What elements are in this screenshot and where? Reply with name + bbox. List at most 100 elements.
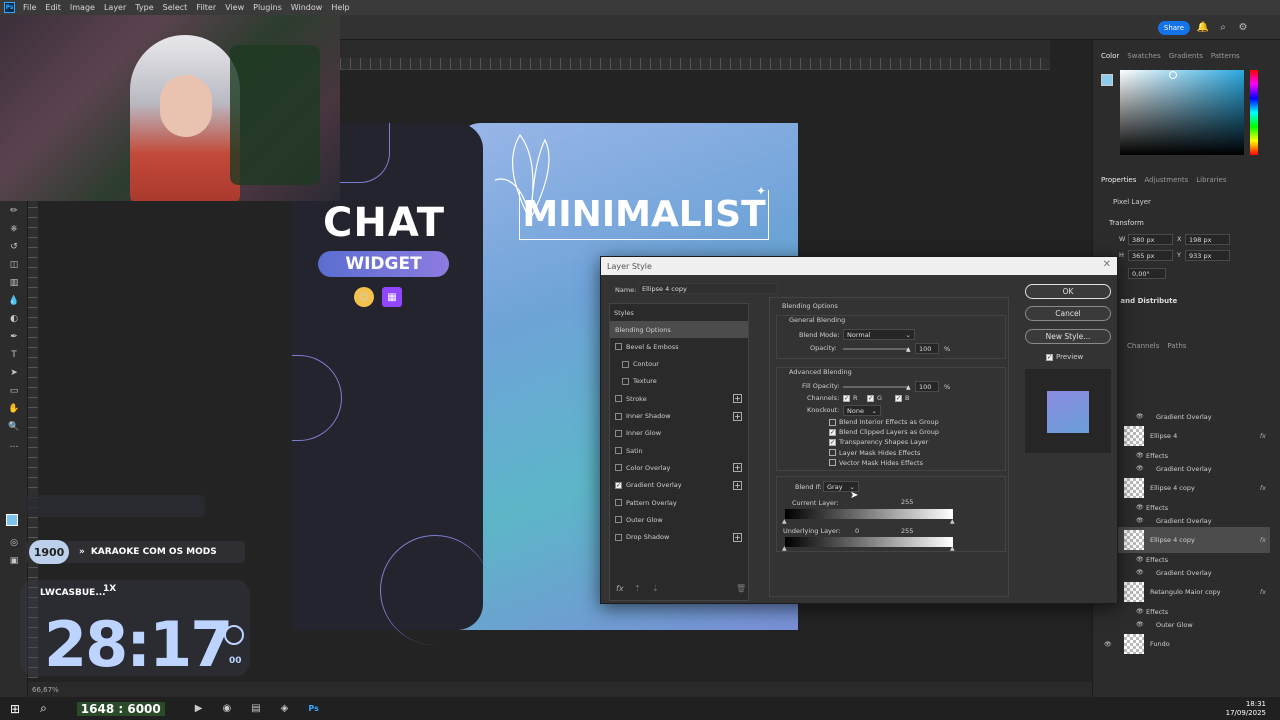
- taskbar-clock[interactable]: 18:31 17/09/2025: [1226, 700, 1266, 718]
- gear-icon[interactable]: ⚙: [1236, 21, 1250, 35]
- foreground-color-swatch[interactable]: [6, 514, 18, 526]
- height-field[interactable]: 365 px: [1128, 250, 1173, 261]
- eye-icon[interactable]: 👁: [1136, 569, 1144, 576]
- style-item-outer-glow[interactable]: Outer Glow: [610, 511, 748, 528]
- style-item-contour[interactable]: Contour: [610, 356, 748, 373]
- style-item-bevel-emboss[interactable]: Bevel & Emboss: [610, 338, 748, 355]
- layer-effect-row[interactable]: 👁 Gradient Overlay: [1100, 462, 1270, 475]
- transform-section[interactable]: Transform: [1109, 219, 1144, 227]
- style-item-inner-shadow[interactable]: Inner Shadow +: [610, 408, 748, 425]
- new-style-button[interactable]: New Style...: [1025, 329, 1111, 344]
- eraser-icon[interactable]: ◫: [7, 258, 21, 272]
- bell-icon[interactable]: 🔔: [1196, 21, 1210, 35]
- tab-paths[interactable]: Paths: [1167, 342, 1186, 350]
- app-icon[interactable]: ▶: [195, 703, 203, 714]
- app-icon[interactable]: ◉: [222, 703, 231, 714]
- menu-edit[interactable]: Edit: [45, 3, 61, 12]
- layer-effect-row[interactable]: 👁 Gradient Overlay: [1100, 410, 1270, 423]
- hue-slider[interactable]: [1250, 70, 1258, 155]
- style-item-inner-glow[interactable]: Inner Glow: [610, 425, 748, 442]
- channel-b-checkbox[interactable]: ✓ B: [895, 394, 909, 402]
- underlying-min-handle[interactable]: ▲: [782, 545, 787, 552]
- tab-gradients[interactable]: Gradients: [1169, 52, 1203, 60]
- style-item-drop-shadow[interactable]: Drop Shadow +: [610, 529, 748, 546]
- dodge-tool-icon[interactable]: ◐: [7, 312, 21, 326]
- fill-opacity-field[interactable]: 100: [915, 381, 939, 392]
- style-item-texture[interactable]: Texture: [610, 373, 748, 390]
- layer-thumbnail[interactable]: [1124, 478, 1144, 498]
- fill-opacity-slider-handle[interactable]: ▲: [906, 384, 911, 391]
- zoom-tool-icon[interactable]: 🔍: [7, 420, 21, 434]
- tab-patterns[interactable]: Patterns: [1211, 52, 1240, 60]
- more-tools-icon[interactable]: …: [7, 438, 21, 452]
- knockout-select[interactable]: None ⌄: [843, 405, 881, 416]
- underlying-layer-slider[interactable]: [785, 537, 953, 547]
- move-up-icon[interactable]: ⇡: [634, 584, 641, 593]
- preview-checkbox[interactable]: ✓ Preview: [1046, 353, 1083, 361]
- ok-button[interactable]: OK: [1025, 284, 1111, 299]
- blend-mode-select[interactable]: Normal ⌄: [843, 329, 915, 340]
- opacity-slider[interactable]: [843, 348, 909, 350]
- angle-field[interactable]: 0,00°: [1128, 268, 1166, 279]
- app-icon[interactable]: ▤: [251, 703, 260, 714]
- style-item-gradient-overlay[interactable]: ✓ Gradient Overlay +: [610, 477, 748, 494]
- current-layer-max-handle[interactable]: ▲: [950, 518, 955, 525]
- quick-mask-icon[interactable]: ◎: [7, 536, 21, 550]
- windows-start-icon[interactable]: ⊞: [10, 702, 20, 716]
- layer-row[interactable]: 👁Ellipse 4 copyfx: [1100, 475, 1270, 501]
- layer-thumbnail[interactable]: [1124, 530, 1144, 550]
- style-checkbox[interactable]: [615, 516, 622, 524]
- rectangle-tool-icon[interactable]: ▭: [7, 384, 21, 398]
- layer-effect-row[interactable]: 👁 Effects: [1100, 449, 1270, 462]
- y-field[interactable]: 933 px: [1185, 250, 1230, 261]
- adv-option-checkbox[interactable]: Vector Mask Hides Effects: [829, 459, 923, 467]
- add-style-icon[interactable]: +: [733, 532, 742, 542]
- tab-swatches[interactable]: Swatches: [1127, 52, 1160, 60]
- tab-color[interactable]: Color: [1101, 52, 1119, 60]
- color-picker-cursor[interactable]: [1169, 71, 1177, 79]
- underlying-max-handle[interactable]: ▲: [950, 545, 955, 552]
- document-tab[interactable]: [340, 40, 1050, 58]
- menu-image[interactable]: Image: [70, 3, 95, 12]
- tab-properties[interactable]: Properties: [1101, 176, 1136, 184]
- cancel-button[interactable]: Cancel: [1025, 306, 1111, 321]
- layer-row[interactable]: 👁Ellipse 4 copyfx: [1100, 527, 1270, 553]
- style-checkbox[interactable]: [615, 464, 622, 472]
- color-picker-field[interactable]: [1120, 70, 1244, 155]
- layer-row[interactable]: 👁Retangulo Maior copyfx: [1100, 579, 1270, 605]
- style-checkbox[interactable]: ✓: [615, 481, 622, 489]
- style-checkbox[interactable]: [615, 412, 622, 420]
- eye-icon[interactable]: 👁: [1136, 517, 1144, 524]
- channel-g-checkbox[interactable]: ✓ G: [867, 394, 882, 402]
- eye-icon[interactable]: 👁: [1136, 452, 1144, 459]
- style-checkbox[interactable]: [615, 343, 622, 351]
- layer-thumbnail[interactable]: [1124, 582, 1144, 602]
- style-checkbox[interactable]: [615, 429, 622, 437]
- name-field[interactable]: Ellipse 4 copy: [638, 283, 778, 294]
- layer-effect-row[interactable]: 👁 Outer Glow: [1100, 618, 1270, 631]
- current-layer-min-handle[interactable]: ▲: [782, 518, 787, 525]
- zoom-level[interactable]: 66,67%: [32, 686, 59, 694]
- fx-icon[interactable]: fx: [616, 584, 624, 593]
- hand-tool-icon[interactable]: ✋: [7, 402, 21, 416]
- adv-option-checkbox[interactable]: ✓ Transparency Shapes Layer: [829, 438, 928, 446]
- style-item-color-overlay[interactable]: Color Overlay +: [610, 459, 748, 476]
- search-icon[interactable]: ⌕: [40, 701, 47, 716]
- eye-icon[interactable]: 👁: [1136, 556, 1144, 563]
- menu-plugins[interactable]: Plugins: [253, 3, 282, 12]
- menu-file[interactable]: File: [23, 3, 36, 12]
- layer-thumbnail[interactable]: [1124, 426, 1144, 446]
- menu-filter[interactable]: Filter: [196, 3, 216, 12]
- style-checkbox[interactable]: [615, 447, 622, 455]
- layer-row[interactable]: 👁Ellipse 4fx: [1100, 423, 1270, 449]
- width-field[interactable]: 380 px: [1128, 234, 1173, 245]
- current-layer-slider[interactable]: [785, 509, 953, 519]
- tab-adjustments[interactable]: Adjustments: [1144, 176, 1188, 184]
- layer-effect-row[interactable]: 👁 Gradient Overlay: [1100, 566, 1270, 579]
- style-checkbox[interactable]: [615, 533, 622, 541]
- layer-effect-row[interactable]: 👁 Effects: [1100, 553, 1270, 566]
- layer-effect-row[interactable]: 👁 Effects: [1100, 605, 1270, 618]
- style-checkbox[interactable]: [615, 499, 622, 506]
- menu-layer[interactable]: Layer: [104, 3, 126, 12]
- adv-option-checkbox[interactable]: Layer Mask Hides Effects: [829, 449, 920, 457]
